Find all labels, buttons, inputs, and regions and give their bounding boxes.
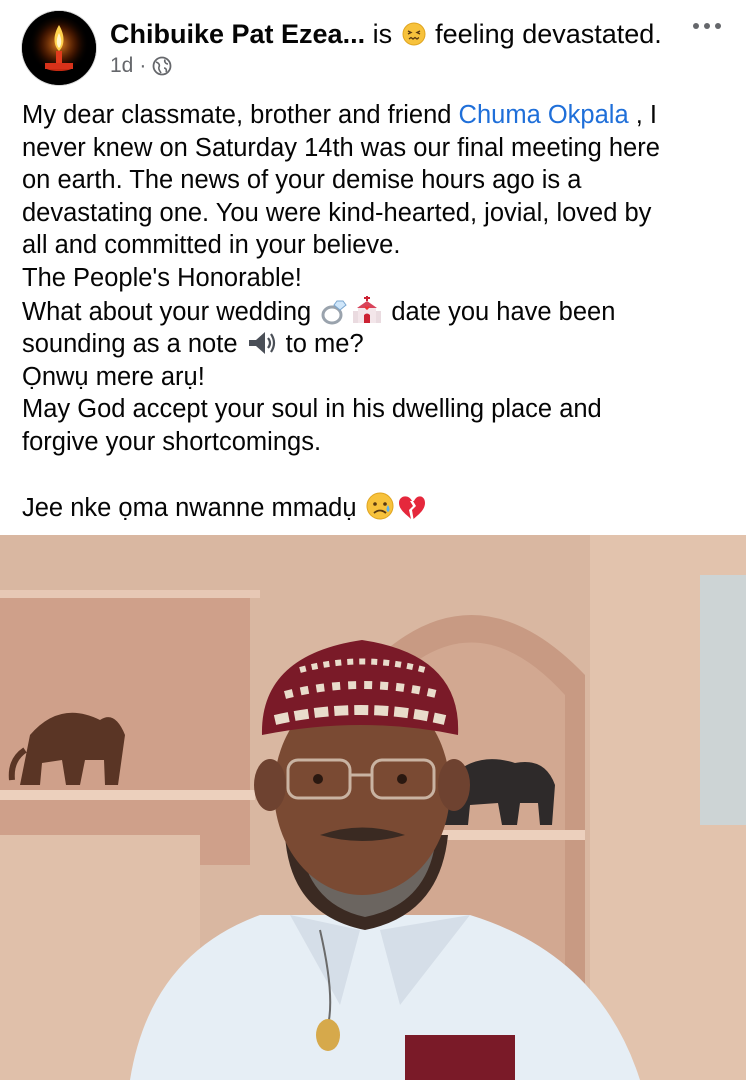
post-line: May God accept your soul in his dwelling… (22, 395, 602, 424)
speaker-icon (248, 332, 275, 355)
post-meta: 1d · (110, 54, 172, 78)
status-prefix: is (372, 19, 393, 49)
post-line: never knew on Saturday 14th was our fina… (22, 133, 660, 162)
more-options-button[interactable] (690, 14, 724, 38)
globe-icon[interactable] (152, 56, 172, 76)
post-line: sounding as a note to me? (22, 328, 732, 361)
post-body: My dear classmate, brother and friend Ch… (22, 99, 732, 525)
author-status-line: Chibuike Pat Ezea... is feeling devastat… (110, 18, 662, 50)
author-avatar[interactable] (22, 11, 96, 85)
confounded-face-icon (402, 22, 426, 46)
mention-link[interactable]: Chuma Okpala (459, 101, 629, 129)
candle-icon (22, 11, 96, 85)
more-options-icon (693, 23, 721, 29)
text-segment: , I (628, 101, 657, 129)
post-timestamp[interactable]: 1d (110, 54, 133, 78)
post-line: Ọnwụ mere arụ! (22, 362, 205, 391)
post-header: Chibuike Pat Ezea... is feeling devastat… (0, 0, 746, 90)
ring-icon (321, 300, 347, 325)
post-photo[interactable] (0, 535, 746, 1080)
text-segment: What about your wedding (22, 297, 319, 326)
text-segment: sounding as a note (22, 330, 245, 359)
wedding-chapel-icon (353, 295, 382, 323)
meta-separator: · (139, 54, 147, 77)
post-line: devastating one. You were kind-hearted, … (22, 198, 652, 227)
post-line: all and committed in your believe. (22, 231, 401, 260)
broken-heart-icon (398, 496, 425, 520)
author-name[interactable]: Chibuike Pat Ezea... (110, 19, 365, 49)
portrait-photo (0, 535, 746, 1080)
text-segment: to me? (278, 330, 364, 359)
post-line: forgive your shortcomings. (22, 427, 322, 456)
post-line: What about your wedding date you have be… (22, 295, 732, 329)
post-line: Jee nke ọma nwanne mmadụ (22, 491, 732, 525)
status-text: feeling devastated. (435, 19, 662, 49)
post-line: My dear classmate, brother and friend Ch… (22, 99, 732, 132)
text-segment: date you have been (384, 297, 616, 326)
post-line: The People's Honorable! (22, 263, 302, 292)
text-segment: Jee nke ọma nwanne mmadụ (22, 494, 364, 523)
text-segment: My dear classmate, brother and friend (22, 101, 459, 129)
sad-relieved-face-icon (366, 492, 394, 520)
post-line: on earth. The news of your demise hours … (22, 166, 582, 195)
